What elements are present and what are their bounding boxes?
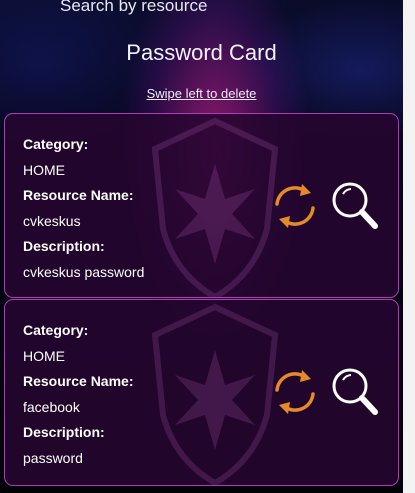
right-edge-strip: [403, 0, 415, 493]
resource-value: facebook: [23, 398, 80, 415]
swipe-hint: Swipe left to delete: [146, 86, 257, 101]
description-label: Description:: [23, 424, 105, 440]
category-label: Category:: [23, 136, 89, 152]
magnifier-icon[interactable]: [329, 178, 381, 234]
password-card[interactable]: Category: HOME Resource Name: facebook D…: [4, 299, 399, 486]
refresh-icon[interactable]: [267, 364, 323, 420]
resource-value: cvkeskus: [23, 212, 81, 229]
resource-label: Resource Name:: [23, 373, 134, 389]
category-label: Category:: [23, 322, 89, 338]
description-value: cvkeskus password: [23, 263, 145, 280]
search-bar[interactable]: Search by resource: [0, 0, 403, 20]
page-title: Password Card: [126, 40, 277, 65]
search-hint: Search by resource: [60, 0, 208, 15]
magnifier-icon[interactable]: [329, 364, 381, 420]
description-label: Description:: [23, 238, 105, 254]
category-value: HOME: [23, 161, 65, 178]
category-value: HOME: [23, 347, 65, 364]
resource-label: Resource Name:: [23, 187, 134, 203]
password-card[interactable]: Category: HOME Resource Name: cvkeskus D…: [4, 113, 399, 298]
refresh-icon[interactable]: [267, 178, 323, 234]
description-value: password: [23, 449, 83, 466]
